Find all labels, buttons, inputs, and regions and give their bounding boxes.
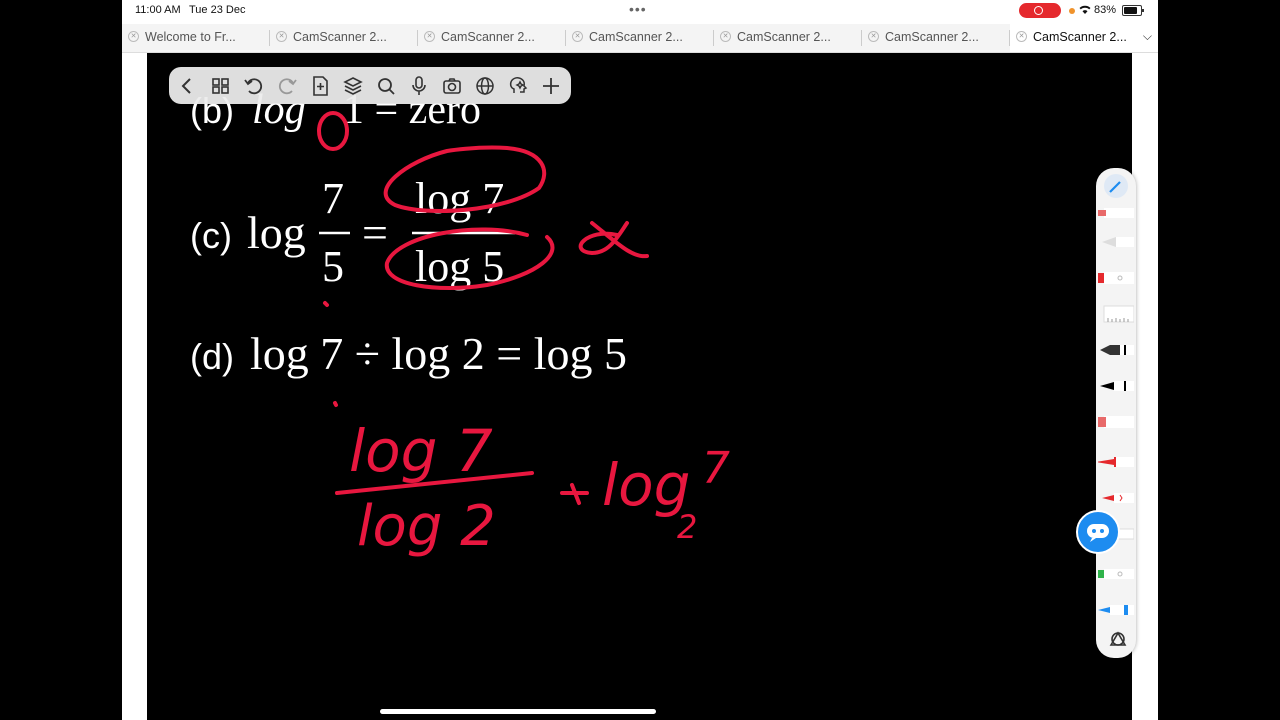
- line-d-tag: (d): [190, 336, 234, 377]
- tab[interactable]: ✕ CamScanner 2...: [862, 24, 1010, 52]
- search-icon[interactable]: [373, 73, 399, 99]
- blue-pen-icon[interactable]: [1098, 598, 1134, 622]
- camera-icon[interactable]: [439, 73, 465, 99]
- green-pen-icon[interactable]: [1098, 562, 1134, 586]
- floating-toolbar: [169, 67, 571, 104]
- globe-icon[interactable]: [472, 73, 498, 99]
- layers-icon[interactable]: [340, 73, 366, 99]
- device-screen: 11:00 AM Tue 23 Dec ••• 83% ✕ Welcome to…: [122, 0, 1158, 720]
- close-tab-icon[interactable]: ✕: [424, 31, 435, 42]
- mic-indicator-icon: [1069, 8, 1075, 14]
- status-bar: 11:00 AM Tue 23 Dec ••• 83%: [122, 0, 1158, 22]
- ai-brain-icon[interactable]: [505, 73, 531, 99]
- tab-label: CamScanner 2...: [441, 30, 535, 44]
- close-tab-icon[interactable]: ✕: [868, 31, 879, 42]
- multitask-dots-icon[interactable]: •••: [629, 1, 647, 17]
- tab-label: CamScanner 2...: [737, 30, 831, 44]
- tab[interactable]: ✕ CamScanner 2...: [566, 24, 714, 52]
- ink-equals: [560, 483, 589, 505]
- redo-icon[interactable]: [274, 73, 300, 99]
- ink-log7: log 7: [349, 417, 493, 485]
- tab-label: CamScanner 2...: [885, 30, 979, 44]
- tab-label: CamScanner 2...: [293, 30, 387, 44]
- pencil-icon[interactable]: [1098, 230, 1134, 254]
- close-tab-icon[interactable]: ✕: [128, 31, 139, 42]
- ink-superscript: 7: [702, 443, 730, 494]
- line-c-log: log: [247, 207, 306, 258]
- back-icon[interactable]: [175, 73, 201, 99]
- wifi-icon: [1078, 3, 1092, 18]
- ink-subscript: 2: [677, 508, 697, 546]
- line-c-right-numerator: log 7: [415, 174, 504, 223]
- ink-dot: [323, 301, 329, 307]
- tab-active[interactable]: ✕ CamScanner 2... ⌵: [1010, 24, 1158, 52]
- tab-bar: ✕ Welcome to Fr... ✕ CamScanner 2... ✕ C…: [122, 24, 1158, 53]
- red-marker-icon[interactable]: [1098, 410, 1134, 434]
- close-tab-icon[interactable]: ✕: [1016, 31, 1027, 42]
- home-indicator[interactable]: [380, 709, 656, 714]
- status-time: 11:00 AM: [135, 4, 181, 16]
- battery-percent: 83%: [1094, 4, 1117, 16]
- microphone-icon[interactable]: [406, 73, 432, 99]
- fountain-pen-icon[interactable]: [1098, 338, 1134, 362]
- tab-label: CamScanner 2...: [1033, 30, 1127, 44]
- eraser-icon[interactable]: [1098, 266, 1134, 290]
- black-pen-icon[interactable]: [1098, 374, 1134, 398]
- line-c-equals: =: [362, 207, 388, 258]
- tab[interactable]: ✕ CamScanner 2...: [270, 24, 418, 52]
- ruler-icon[interactable]: [1098, 302, 1135, 326]
- marker-icon[interactable]: [1098, 202, 1134, 226]
- line-c-numerator: 7: [322, 174, 344, 223]
- close-tab-icon[interactable]: ✕: [276, 31, 287, 42]
- screen-record-icon[interactable]: [1019, 3, 1061, 18]
- pen-tray: [1096, 168, 1136, 658]
- battery-icon: [1122, 5, 1144, 16]
- tab-label: CamScanner 2...: [589, 30, 683, 44]
- grid-icon[interactable]: [208, 73, 234, 99]
- chat-bot-icon[interactable]: [1076, 510, 1120, 554]
- ink-dot: [333, 401, 338, 407]
- pen-active-icon[interactable]: [1098, 174, 1134, 198]
- line-c-tag: (c): [190, 215, 232, 256]
- ink-log2: log 2: [357, 494, 496, 559]
- ink-handwriting: log 7 log 2 log 7 2: [349, 417, 730, 559]
- add-page-icon[interactable]: [307, 73, 333, 99]
- tab-label: Welcome to Fr...: [145, 30, 236, 44]
- close-tab-icon[interactable]: ✕: [572, 31, 583, 42]
- document-page: (b) log 1 = zero (c) log 7 5 = log 7 log…: [190, 87, 730, 559]
- close-tab-icon[interactable]: ✕: [720, 31, 731, 42]
- line-c-denominator: 5: [322, 242, 344, 291]
- line-d-expression: log 7 ÷ log 2 = log 5: [250, 328, 627, 379]
- red-pen-icon[interactable]: [1096, 450, 1134, 474]
- tab[interactable]: ✕ Welcome to Fr...: [122, 24, 270, 52]
- shapes-icon[interactable]: [1098, 626, 1134, 650]
- chevron-down-icon[interactable]: ⌵: [1143, 29, 1152, 44]
- status-date: Tue 23 Dec: [189, 4, 246, 16]
- tab[interactable]: ✕ CamScanner 2...: [418, 24, 566, 52]
- ink-alpha: [578, 221, 649, 259]
- tab[interactable]: ✕ CamScanner 2...: [714, 24, 862, 52]
- plus-icon[interactable]: [538, 73, 564, 99]
- red-brush-icon[interactable]: [1098, 486, 1134, 510]
- document-canvas[interactable]: (b) log 1 = zero (c) log 7 5 = log 7 log…: [147, 53, 1132, 720]
- undo-icon[interactable]: [241, 73, 267, 99]
